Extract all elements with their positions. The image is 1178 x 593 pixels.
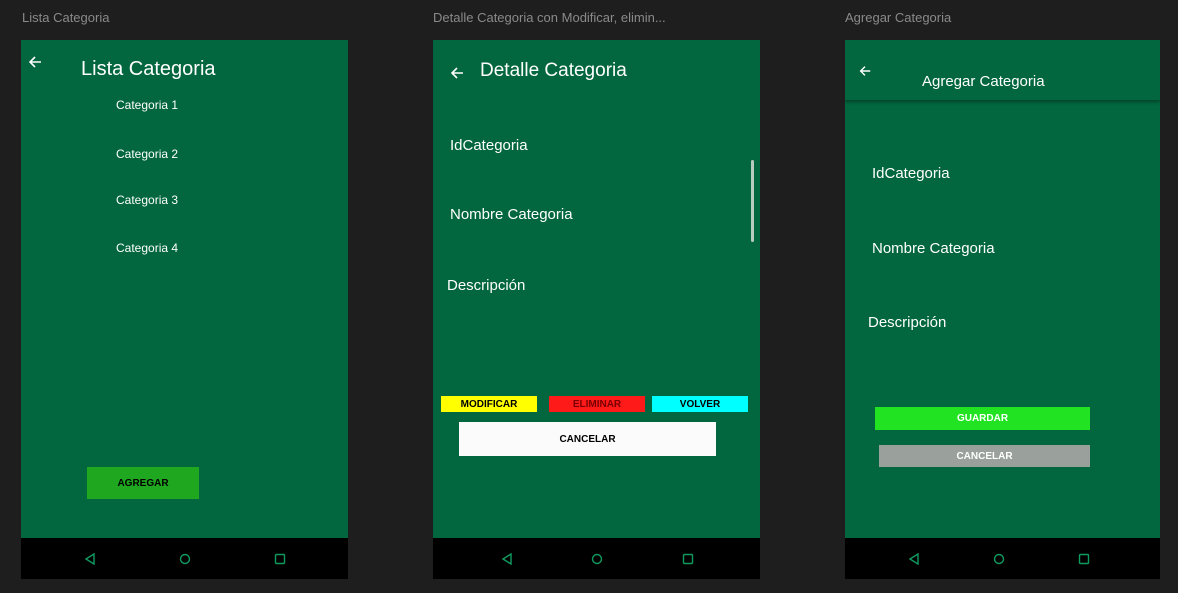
- nav-home-icon[interactable]: [174, 548, 196, 570]
- page-title: Lista Categoria: [81, 58, 216, 80]
- scrollbar[interactable]: [751, 160, 754, 242]
- field-nombre-categoria[interactable]: Nombre Categoria: [872, 240, 995, 257]
- back-arrow-icon[interactable]: [855, 61, 875, 81]
- field-idcategoria[interactable]: IdCategoria: [450, 137, 528, 154]
- back-arrow-icon[interactable]: [25, 52, 45, 72]
- phone-detalle-categoria: Detalle Categoria IdCategoria Nombre Cat…: [433, 40, 760, 579]
- list-item-categoria-1[interactable]: Categoria 1: [116, 98, 178, 112]
- guardar-button[interactable]: GUARDAR: [875, 407, 1090, 430]
- frame-label-agregar: Agregar Categoria: [845, 10, 952, 25]
- agregar-button[interactable]: AGREGAR: [87, 467, 199, 499]
- nav-home-icon[interactable]: [988, 548, 1010, 570]
- nav-back-icon[interactable]: [79, 548, 101, 570]
- nav-recents-icon[interactable]: [269, 548, 291, 570]
- list-item-categoria-3[interactable]: Categoria 3: [116, 193, 178, 207]
- cancelar-button[interactable]: CANCELAR: [879, 445, 1090, 467]
- field-descripcion[interactable]: Descripción: [868, 314, 946, 331]
- frame-label-lista: Lista Categoria: [22, 10, 110, 25]
- cancelar-button[interactable]: CANCELAR: [459, 422, 716, 456]
- phone-lista-categoria: Lista Categoria Categoria 1 Categoria 2 …: [21, 40, 348, 579]
- field-nombre-categoria[interactable]: Nombre Categoria: [450, 206, 573, 223]
- nav-recents-icon[interactable]: [677, 548, 699, 570]
- nav-back-icon[interactable]: [496, 548, 518, 570]
- android-navbar: [21, 538, 348, 579]
- list-item-categoria-2[interactable]: Categoria 2: [116, 147, 178, 161]
- field-idcategoria[interactable]: IdCategoria: [872, 165, 950, 182]
- android-navbar: [845, 538, 1160, 579]
- nav-home-icon[interactable]: [586, 548, 608, 570]
- back-arrow-icon[interactable]: [447, 63, 467, 83]
- field-descripcion[interactable]: Descripción: [447, 277, 525, 294]
- nav-recents-icon[interactable]: [1073, 548, 1095, 570]
- modificar-button[interactable]: MODIFICAR: [441, 396, 537, 412]
- list-item-categoria-4[interactable]: Categoria 4: [116, 241, 178, 255]
- nav-back-icon[interactable]: [903, 548, 925, 570]
- page-title: Agregar Categoria: [922, 73, 1045, 90]
- eliminar-button[interactable]: ELIMINAR: [549, 396, 645, 412]
- app-bar: [845, 40, 1160, 100]
- android-navbar: [433, 538, 760, 579]
- volver-button[interactable]: VOLVER: [652, 396, 748, 412]
- page-title: Detalle Categoria: [480, 60, 627, 81]
- frame-label-detalle: Detalle Categoria con Modificar, elimin.…: [433, 10, 666, 25]
- phone-agregar-categoria: Agregar Categoria IdCategoria Nombre Cat…: [845, 40, 1160, 579]
